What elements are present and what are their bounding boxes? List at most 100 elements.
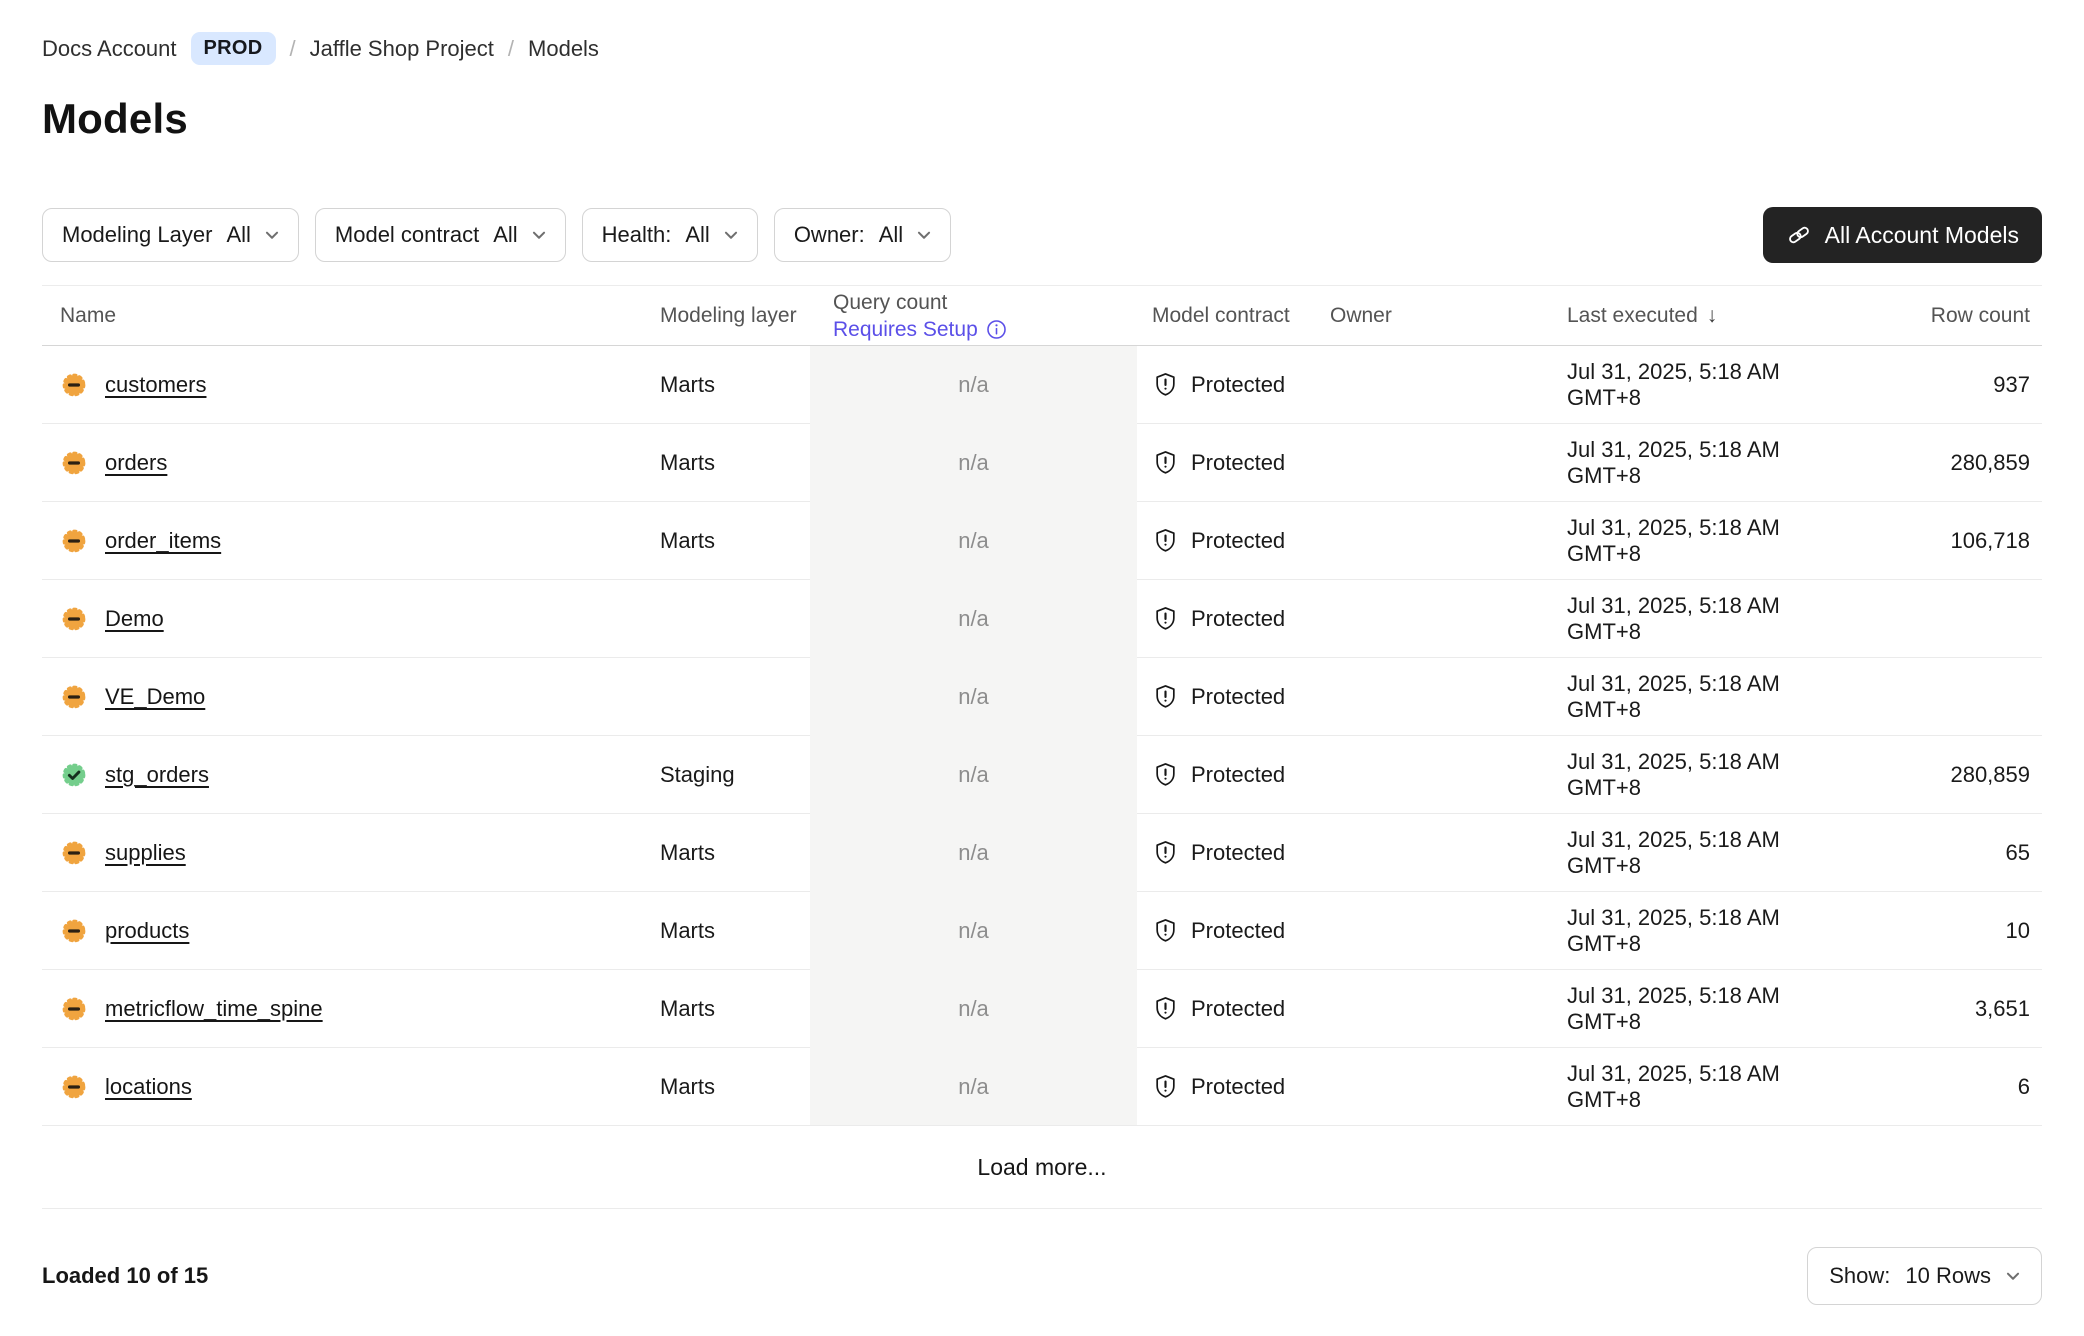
modeling-layer-cell: Marts — [660, 424, 810, 502]
table-row: locations Marts n/a Protected Jul 31, 20… — [42, 1048, 2042, 1126]
owner-cell — [1330, 892, 1567, 970]
filter-modeling-layer[interactable]: Modeling Layer All — [42, 208, 299, 262]
breadcrumb-separator: / — [290, 36, 296, 62]
chevron-down-icon — [917, 231, 931, 240]
last-executed-cell: Jul 31, 2025, 5:18 AM GMT+8 — [1567, 346, 1800, 424]
page-size-dropdown[interactable]: Show: 10 Rows — [1807, 1247, 2042, 1305]
owner-cell — [1330, 658, 1567, 736]
shield-exclamation-icon — [1152, 995, 1179, 1022]
arrow-down-icon: ↓ — [1707, 304, 1718, 328]
table-header: Name Modeling layer Query count Requires… — [42, 285, 2042, 346]
owner-cell — [1330, 580, 1567, 658]
modeling-layer-cell: Marts — [660, 814, 810, 892]
health-badge-icon — [60, 527, 88, 555]
chain-link-icon — [1786, 222, 1812, 248]
model-contract-cell: Protected — [1137, 736, 1330, 814]
name-cell: Demo — [42, 580, 660, 658]
table-footer: Loaded 10 of 15 Show: 10 Rows — [42, 1247, 2042, 1305]
table-row: Demo n/a Protected Jul 31, 2025, 5:18 AM… — [42, 580, 2042, 658]
health-badge-icon — [60, 995, 88, 1023]
modeling-layer-cell: Marts — [660, 970, 810, 1048]
model-link[interactable]: customers — [105, 372, 206, 398]
model-link[interactable]: orders — [105, 450, 167, 476]
table-row: products Marts n/a Protected Jul 31, 202… — [42, 892, 2042, 970]
models-page: Docs Account PROD / Jaffle Shop Project … — [0, 32, 2084, 1305]
last-executed-cell: Jul 31, 2025, 5:18 AM GMT+8 — [1567, 814, 1800, 892]
filter-health[interactable]: Health: All — [582, 208, 758, 262]
load-more-button[interactable]: Load more... — [42, 1126, 2042, 1209]
requires-setup-link[interactable]: Requires Setup — [833, 316, 1007, 343]
column-header-name: Name — [42, 304, 660, 328]
row-count-cell: 280,859 — [1800, 424, 2042, 502]
shield-exclamation-icon — [1152, 371, 1179, 398]
model-link[interactable]: order_items — [105, 528, 221, 554]
breadcrumb-project[interactable]: Jaffle Shop Project — [310, 36, 494, 62]
name-cell: customers — [42, 346, 660, 424]
modeling-layer-cell — [660, 580, 810, 658]
loaded-status: Loaded 10 of 15 — [42, 1263, 208, 1289]
query-count-cell: n/a — [810, 736, 1137, 814]
name-cell: locations — [42, 1048, 660, 1126]
row-count-cell: 280,859 — [1800, 736, 2042, 814]
row-count-cell — [1800, 580, 2042, 658]
model-link[interactable]: stg_orders — [105, 762, 209, 788]
model-contract-cell: Protected — [1137, 1048, 1330, 1126]
models-table: Name Modeling layer Query count Requires… — [42, 285, 2042, 1209]
modeling-layer-cell: Marts — [660, 346, 810, 424]
table-row: stg_orders Staging n/a Protected Jul 31,… — [42, 736, 2042, 814]
chevron-down-icon — [2006, 1272, 2020, 1281]
model-contract-cell: Protected — [1137, 580, 1330, 658]
model-link[interactable]: supplies — [105, 840, 186, 866]
filter-model-contract[interactable]: Model contract All — [315, 208, 566, 262]
table-row: VE_Demo n/a Protected Jul 31, 2025, 5:18… — [42, 658, 2042, 736]
model-link[interactable]: locations — [105, 1074, 192, 1100]
owner-cell — [1330, 346, 1567, 424]
name-cell: VE_Demo — [42, 658, 660, 736]
name-cell: products — [42, 892, 660, 970]
column-header-last-executed[interactable]: Last executed ↓ — [1567, 304, 1800, 328]
filter-group: Modeling Layer All Model contract All He… — [42, 208, 951, 262]
model-contract-cell: Protected — [1137, 658, 1330, 736]
column-header-query-count: Query count Requires Setup — [810, 289, 1137, 343]
name-cell: metricflow_time_spine — [42, 970, 660, 1048]
breadcrumb-account[interactable]: Docs Account — [42, 36, 177, 62]
query-count-cell: n/a — [810, 970, 1137, 1048]
query-count-cell: n/a — [810, 892, 1137, 970]
model-contract-cell: Protected — [1137, 424, 1330, 502]
model-link[interactable]: Demo — [105, 606, 164, 632]
row-count-cell: 10 — [1800, 892, 2042, 970]
row-count-cell: 937 — [1800, 346, 2042, 424]
column-header-model-contract: Model contract — [1137, 304, 1330, 328]
health-badge-icon — [60, 839, 88, 867]
environment-badge: PROD — [191, 32, 276, 65]
column-header-modeling-layer: Modeling layer — [660, 304, 810, 328]
row-count-cell: 106,718 — [1800, 502, 2042, 580]
column-header-owner: Owner — [1330, 304, 1567, 328]
query-count-cell: n/a — [810, 424, 1137, 502]
model-contract-cell: Protected — [1137, 892, 1330, 970]
table-row: metricflow_time_spine Marts n/a Protecte… — [42, 970, 2042, 1048]
query-count-cell: n/a — [810, 658, 1137, 736]
table-row: supplies Marts n/a Protected Jul 31, 202… — [42, 814, 2042, 892]
filter-bar: Modeling Layer All Model contract All He… — [42, 207, 2042, 263]
query-count-cell: n/a — [810, 580, 1137, 658]
health-badge-icon — [60, 371, 88, 399]
model-link[interactable]: products — [105, 918, 189, 944]
model-link[interactable]: metricflow_time_spine — [105, 996, 323, 1022]
model-contract-cell: Protected — [1137, 814, 1330, 892]
filter-owner[interactable]: Owner: All — [774, 208, 951, 262]
last-executed-cell: Jul 31, 2025, 5:18 AM GMT+8 — [1567, 580, 1800, 658]
table-row: orders Marts n/a Protected Jul 31, 2025,… — [42, 424, 2042, 502]
modeling-layer-cell: Marts — [660, 892, 810, 970]
last-executed-cell: Jul 31, 2025, 5:18 AM GMT+8 — [1567, 658, 1800, 736]
query-count-cell: n/a — [810, 346, 1137, 424]
last-executed-cell: Jul 31, 2025, 5:18 AM GMT+8 — [1567, 424, 1800, 502]
shield-exclamation-icon — [1152, 761, 1179, 788]
row-count-cell — [1800, 658, 2042, 736]
owner-cell — [1330, 502, 1567, 580]
owner-cell — [1330, 814, 1567, 892]
model-link[interactable]: VE_Demo — [105, 684, 205, 710]
name-cell: stg_orders — [42, 736, 660, 814]
owner-cell — [1330, 736, 1567, 814]
all-account-models-button[interactable]: All Account Models — [1763, 207, 2042, 263]
